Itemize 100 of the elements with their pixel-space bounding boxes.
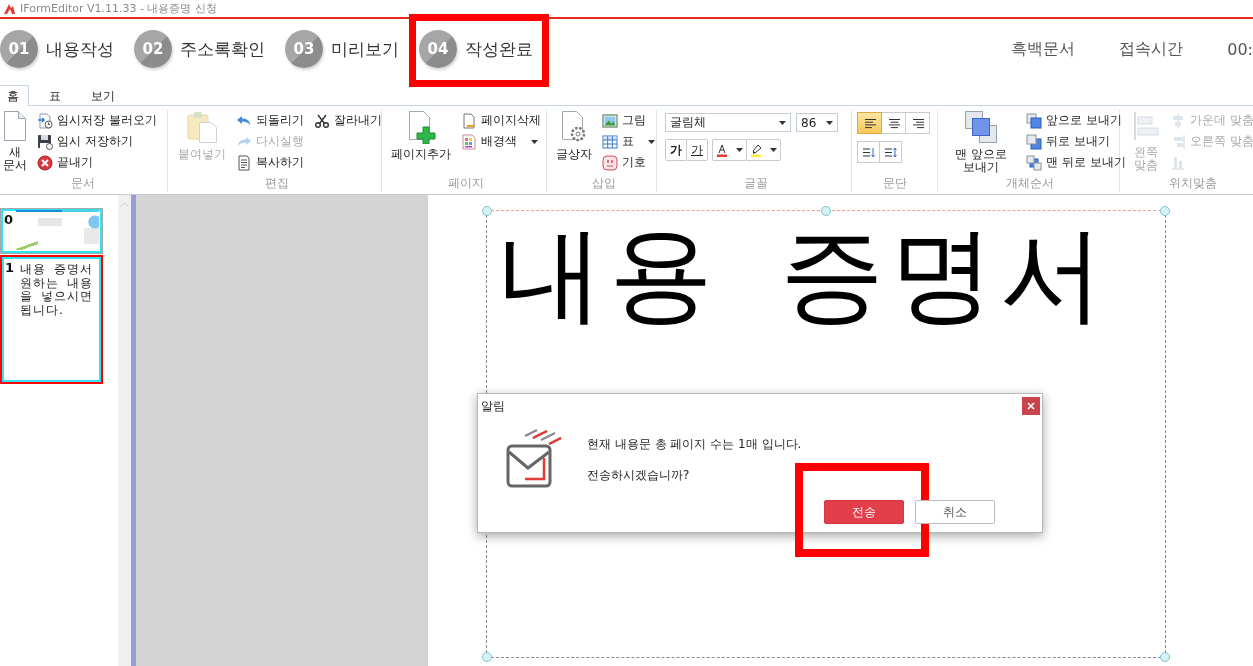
ribbon-large-button[interactable]: 글상자 xyxy=(555,110,593,161)
table-icon xyxy=(602,133,618,150)
session-time-value: 00: xyxy=(1227,39,1253,59)
dialog-title: 알림 xyxy=(481,397,505,415)
step-number: 01 xyxy=(0,30,38,68)
ribbon-group-label: 위치맞춤 xyxy=(1168,175,1218,192)
ribbon-button[interactable]: 그림 xyxy=(601,110,656,131)
caret-icon xyxy=(826,120,833,125)
ribbon-group-label: 편집 xyxy=(264,175,290,192)
align-bottom-objects-icon xyxy=(1170,154,1186,171)
page-thumbnail[interactable]: 1 내용 증명서 원하는 내용 을 넣으시면 됩니다. xyxy=(0,255,103,384)
step-number: 03 xyxy=(285,30,323,68)
close-icon xyxy=(1027,402,1035,410)
align-left-icon xyxy=(863,117,876,129)
highlighter-icon xyxy=(750,143,762,157)
document-clock-icon xyxy=(37,112,53,129)
ribbon-group-label: 삽입 xyxy=(590,175,617,192)
step-link[interactable]: 작성완료 xyxy=(465,37,533,61)
resize-handle[interactable] xyxy=(482,652,492,662)
align-button[interactable] xyxy=(857,112,882,134)
highlight-dropdown[interactable] xyxy=(746,139,781,161)
align-button[interactable] xyxy=(905,112,930,134)
ribbon-button[interactable]: 임시 저장하기 xyxy=(36,131,158,152)
font-color-icon xyxy=(716,143,728,157)
send-backward-icon xyxy=(1026,133,1042,150)
ribbon-group-label: 글꼴 xyxy=(743,175,769,192)
caret-icon xyxy=(736,148,743,152)
caret-icon xyxy=(770,148,777,152)
ribbon-button[interactable]: 페이지삭제 xyxy=(460,110,542,131)
window-title: IFormEditor V1.11.33 - 내용증명 신청 xyxy=(20,1,217,16)
ribbon-large-button[interactable]: 맨 앞으로 보내기 xyxy=(945,110,1017,174)
page-number: 1 xyxy=(5,261,16,275)
line-spacing-increase-button[interactable] xyxy=(879,141,902,163)
ribbon-group-label: 개체순서 xyxy=(1005,175,1055,192)
align-left-objects-icon xyxy=(1132,110,1160,142)
step-number: 04 xyxy=(419,30,457,68)
ribbon-button[interactable]: 앞으로 보내기 xyxy=(1025,110,1127,131)
font-family-select[interactable]: 굴림체 xyxy=(665,113,791,132)
align-right-icon xyxy=(911,117,924,129)
bold-button[interactable]: 가 xyxy=(665,139,687,161)
bring-to-front-icon xyxy=(964,110,998,144)
scissors-icon xyxy=(314,112,330,129)
underline-button[interactable]: 가 xyxy=(686,139,708,161)
ribbon-tab[interactable]: 표 xyxy=(39,85,71,106)
font-color-dropdown[interactable] xyxy=(712,139,747,161)
step-link[interactable]: 주소록확인 xyxy=(180,37,265,61)
copy-icon xyxy=(236,154,252,171)
save-icon xyxy=(37,133,53,150)
ribbon-large-button[interactable]: 새 문서 xyxy=(2,110,28,172)
color-grid-icon xyxy=(461,133,477,150)
ribbon-tab[interactable]: 홈 xyxy=(0,85,29,106)
page-thumbnail[interactable]: 0 xyxy=(0,208,103,254)
ribbon-button[interactable]: 잘라내기 xyxy=(313,110,383,131)
ribbon-button[interactable]: 배경색 xyxy=(460,131,542,152)
ribbon-button[interactable]: 표 xyxy=(601,131,656,152)
font-size-select[interactable]: 86 xyxy=(796,113,838,132)
close-button[interactable] xyxy=(1022,397,1040,415)
page-minus-icon xyxy=(461,112,477,129)
paste-icon xyxy=(186,110,218,144)
thumbnail-text: 내용 증명서 원하는 내용 을 넣으시면 됩니다. xyxy=(20,263,93,317)
align-center-icon xyxy=(887,117,900,129)
dialog-message: 전송하시겠습니까? xyxy=(587,468,691,482)
resize-handle[interactable] xyxy=(482,206,492,216)
mono-document-link[interactable]: 흑백문서 xyxy=(1011,38,1076,60)
ribbon-tab[interactable]: 보기 xyxy=(81,85,125,106)
ribbon-button[interactable]: 맨 뒤로 보내기 xyxy=(1025,152,1127,173)
step-link[interactable]: 미리보기 xyxy=(331,37,399,61)
session-time-label: 접속시간 xyxy=(1119,38,1184,60)
new-document-icon xyxy=(3,110,27,142)
envelope-icon xyxy=(505,428,563,490)
ribbon-large-button[interactable]: 페이지추가 xyxy=(390,110,452,161)
step-number: 02 xyxy=(134,30,172,68)
ribbon-button[interactable]: 복사하기 xyxy=(235,152,305,173)
ribbon-button[interactable]: 뒤로 보내기 xyxy=(1025,131,1127,152)
step-link[interactable]: 내용작성 xyxy=(46,37,114,61)
resize-handle[interactable] xyxy=(1160,652,1170,662)
send-button[interactable]: 전송 xyxy=(824,500,904,524)
dialog-message: 현재 내용문 총 페이지 수는 1매 입니다. xyxy=(587,437,802,451)
ribbon-group-label: 문단 xyxy=(882,175,908,192)
line-spacing-increase-icon xyxy=(884,146,897,158)
symbol-icon xyxy=(602,154,618,171)
ribbon-button[interactable]: 되돌리기 xyxy=(235,110,305,131)
ribbon-button[interactable]: 임시저장 불러오기 xyxy=(36,110,158,131)
caret-icon xyxy=(779,120,786,125)
line-spacing-decrease-button[interactable] xyxy=(857,141,880,163)
resize-handle[interactable] xyxy=(821,206,831,216)
bring-forward-icon xyxy=(1026,112,1042,129)
ribbon-button[interactable]: 끝내기 xyxy=(36,152,158,173)
ribbon-group-label: 문서 xyxy=(69,175,96,192)
picture-icon xyxy=(602,112,618,129)
ribbon-group-label: 페이지 xyxy=(447,175,485,192)
cancel-button[interactable]: 취소 xyxy=(915,500,995,524)
ribbon-button[interactable]: 기호 xyxy=(601,152,656,173)
scroll-up-icon xyxy=(120,202,129,207)
document-text: 내용 증명서 xyxy=(499,218,1111,330)
align-center-objects-icon xyxy=(1170,112,1186,129)
resize-handle[interactable] xyxy=(1160,206,1170,216)
line-spacing-decrease-icon xyxy=(862,146,875,158)
close-circle-icon xyxy=(37,154,53,171)
send-to-back-icon xyxy=(1026,154,1042,171)
